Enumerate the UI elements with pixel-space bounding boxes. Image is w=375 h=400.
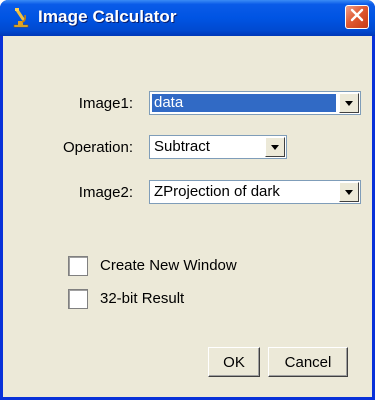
image-calculator-dialog: Image Calculator Image1: data Operation:…: [0, 0, 375, 400]
result-32bit-label: 32-bit Result: [100, 290, 185, 307]
title-bar[interactable]: Image Calculator: [0, 0, 375, 36]
result-32bit-checkbox[interactable]: [68, 289, 88, 309]
image2-label: Image2:: [78, 184, 133, 201]
operation-label: Operation:: [62, 139, 133, 156]
cancel-button[interactable]: Cancel: [268, 347, 348, 377]
image1-label: Image1:: [78, 95, 133, 112]
create-new-window-checkbox[interactable]: [68, 256, 88, 276]
image1-select[interactable]: data: [149, 91, 361, 115]
image2-select[interactable]: ZProjection of dark: [149, 180, 361, 204]
operation-select[interactable]: Subtract: [149, 135, 287, 159]
operation-value: Subtract: [154, 138, 210, 155]
dialog-content: Image1: data Operation: Subtract Image2:…: [3, 36, 372, 397]
create-new-window-label: Create New Window: [100, 257, 237, 274]
close-button[interactable]: [345, 5, 369, 29]
chevron-down-icon[interactable]: [339, 93, 359, 113]
close-icon: [350, 8, 364, 27]
microscope-icon: [11, 7, 31, 29]
window-title: Image Calculator: [38, 7, 177, 26]
image2-value: ZProjection of dark: [154, 183, 280, 200]
chevron-down-icon[interactable]: [265, 137, 285, 157]
image1-value: data: [152, 94, 336, 112]
ok-button[interactable]: OK: [208, 347, 260, 377]
chevron-down-icon[interactable]: [339, 182, 359, 202]
